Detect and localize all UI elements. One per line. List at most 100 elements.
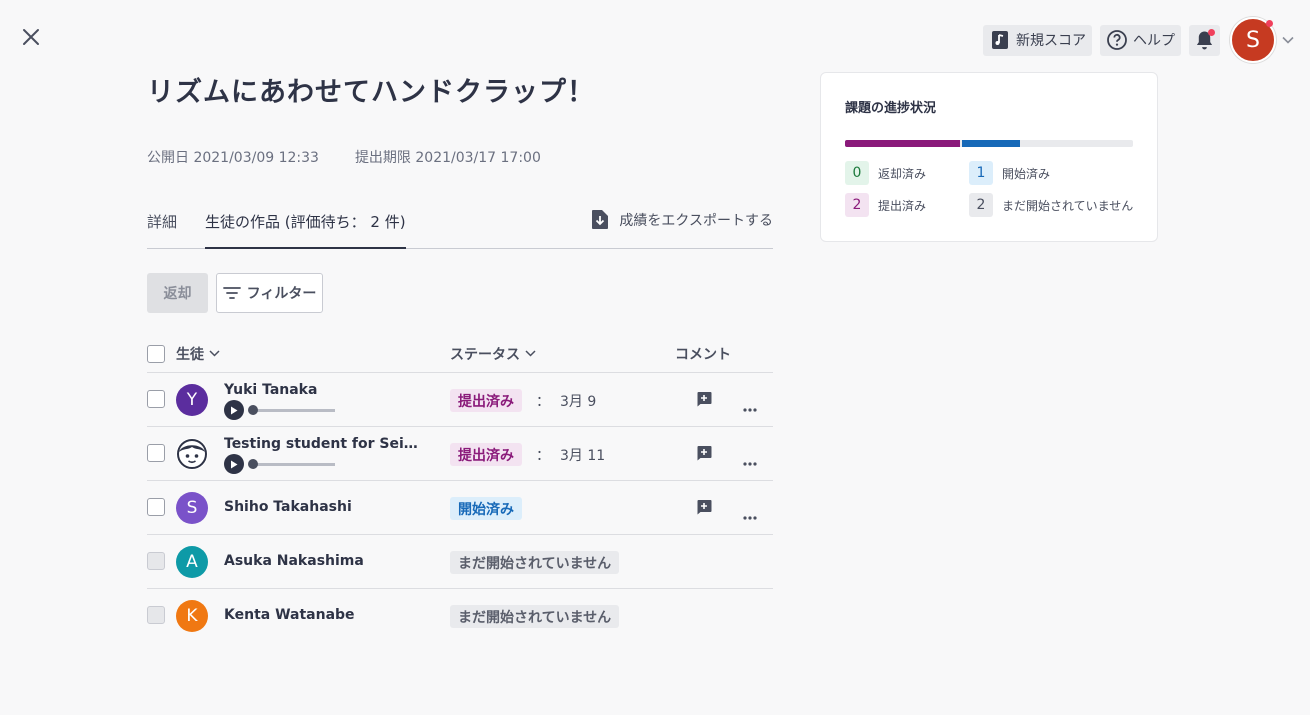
table-row[interactable]: A Asuka Nakashima まだ開始されていません — [147, 535, 773, 589]
progress-segment — [962, 140, 1020, 147]
export-grades-button[interactable]: 成績をエクスポートする — [591, 209, 773, 230]
student-avatar: A — [176, 546, 208, 578]
status-cell: 開始済み — [450, 497, 522, 520]
add-comment-icon — [697, 446, 712, 461]
progress-legend-item: 0 返却済み — [845, 161, 969, 185]
progress-count: 1 — [969, 161, 993, 185]
progress-count: 2 — [845, 193, 869, 217]
progress-title: 課題の進捗状況 — [845, 101, 937, 116]
more-horizontal-icon — [743, 462, 757, 466]
new-score-label: 新規スコア — [1016, 33, 1086, 49]
progress-legend: 0 返却済み 1 開始済み 2 提出済み 2 まだ開始されていません — [845, 161, 1133, 217]
close-button[interactable] — [20, 26, 42, 48]
table-row[interactable]: Y Yuki Tanaka 提出済み ： 3月 9 — [147, 373, 773, 427]
student-name: Asuka Nakashima — [224, 553, 364, 569]
top-actions: 新規スコア ヘルプ S — [983, 17, 1294, 63]
row-checkbox[interactable] — [147, 444, 165, 462]
user-avatar: S — [1230, 17, 1276, 63]
more-horizontal-icon — [743, 516, 757, 520]
chevron-down-icon — [209, 350, 220, 357]
page-title: リズムにあわせてハンドクラップ！ — [147, 77, 595, 108]
toolbar: 返却 フィルター — [147, 273, 773, 313]
student-initial: Y — [186, 390, 198, 410]
student-name: Testing student for Seiji G... — [224, 436, 419, 452]
student-avatar: K — [176, 600, 208, 632]
status-separator: ： — [536, 447, 550, 464]
progress-label: まだ開始されていません — [1002, 198, 1134, 213]
progress-legend-item: 2 提出済み — [845, 193, 969, 217]
status-cell: 提出済み ： 3月 9 — [450, 389, 596, 412]
table-body: Y Yuki Tanaka 提出済み ： 3月 9 Testing student f… — [147, 373, 773, 643]
progress-label: 返却済み — [878, 166, 927, 181]
status-badge: 提出済み — [450, 389, 522, 412]
status-badge: 提出済み — [450, 443, 522, 466]
filter-icon — [222, 287, 241, 299]
student-name: Yuki Tanaka — [224, 382, 318, 398]
add-comment-button[interactable] — [696, 445, 712, 465]
add-comment-icon — [697, 500, 712, 515]
student-avatar: Y — [176, 384, 208, 416]
filter-label: フィルター — [246, 286, 317, 302]
tab-bar: 詳細 生徒の作品 (評価待ち： 2 件) 成績をエクスポートする — [147, 207, 773, 249]
progress-label: 提出済み — [878, 198, 927, 213]
audio-scrubber[interactable] — [248, 405, 258, 415]
row-checkbox — [147, 552, 165, 570]
more-options-button[interactable] — [743, 451, 757, 470]
student-initial: A — [186, 552, 198, 572]
table-row[interactable]: K Kenta Watanabe まだ開始されていません — [147, 589, 773, 643]
status-header-label: ステータス — [450, 346, 520, 363]
help-icon — [1107, 30, 1127, 50]
add-comment-button[interactable] — [696, 391, 712, 411]
status-badge: まだ開始されていません — [450, 605, 620, 628]
deadline-date: 提出期限 2021/03/17 17:00 — [354, 150, 541, 166]
help-label: ヘルプ — [1133, 33, 1175, 49]
audio-track[interactable] — [248, 405, 335, 415]
notifications-button[interactable] — [1189, 24, 1220, 56]
student-avatar — [176, 438, 208, 470]
row-checkbox[interactable] — [147, 390, 165, 408]
table-row[interactable]: Testing student for Seiji G... 提出済み ： 3月 1… — [147, 427, 773, 481]
audio-player — [224, 454, 335, 474]
table-row[interactable]: S Shiho Takahashi 開始済み — [147, 481, 773, 535]
progress-label: 開始済み — [1002, 166, 1051, 181]
play-icon — [231, 460, 238, 468]
status-cell: まだ開始されていません — [450, 605, 620, 628]
user-menu[interactable]: S — [1230, 17, 1294, 63]
select-all-checkbox[interactable] — [147, 345, 165, 363]
status-cell: 提出済み ： 3月 11 — [450, 443, 605, 466]
status-separator: ： — [536, 393, 550, 410]
row-checkbox — [147, 606, 165, 624]
student-column-header[interactable]: 生徒 — [176, 344, 220, 364]
more-horizontal-icon — [743, 408, 757, 412]
return-button[interactable]: 返却 — [147, 273, 208, 313]
progress-count: 2 — [969, 193, 993, 217]
student-initial: S — [186, 498, 198, 518]
progress-legend-item: 2 まだ開始されていません — [969, 193, 1139, 217]
more-options-button[interactable] — [743, 397, 757, 416]
filter-button[interactable]: フィルター — [216, 273, 323, 313]
help-button[interactable]: ヘルプ — [1100, 24, 1181, 56]
audio-track[interactable] — [248, 459, 335, 469]
close-icon — [23, 29, 39, 45]
status-cell: まだ開始されていません — [450, 551, 620, 574]
more-options-button[interactable] — [743, 505, 757, 524]
play-button[interactable] — [224, 400, 244, 420]
new-score-icon — [992, 31, 1008, 49]
new-score-button[interactable]: 新規スコア — [983, 24, 1092, 56]
play-button[interactable] — [224, 454, 244, 474]
play-icon — [231, 406, 238, 414]
comment-header-label: コメント — [675, 346, 731, 363]
published-date: 公開日 2021/03/09 12:33 — [147, 150, 319, 166]
student-table: 生徒 ステータス コメント Y Yuki Tanaka 提出済み： 3月 9 T… — [147, 335, 773, 643]
add-comment-icon — [697, 392, 712, 407]
face-icon — [177, 439, 207, 469]
student-name: Shiho Takahashi — [224, 499, 352, 515]
audio-scrubber[interactable] — [248, 459, 258, 469]
tab-details[interactable]: 詳細 — [147, 207, 177, 249]
row-checkbox[interactable] — [147, 498, 165, 516]
progress-bar — [845, 140, 1133, 147]
student-avatar: S — [176, 492, 208, 524]
add-comment-button[interactable] — [696, 499, 712, 519]
tab-student-work[interactable]: 生徒の作品 (評価待ち： 2 件) — [205, 207, 406, 249]
status-column-header[interactable]: ステータス — [450, 344, 536, 364]
